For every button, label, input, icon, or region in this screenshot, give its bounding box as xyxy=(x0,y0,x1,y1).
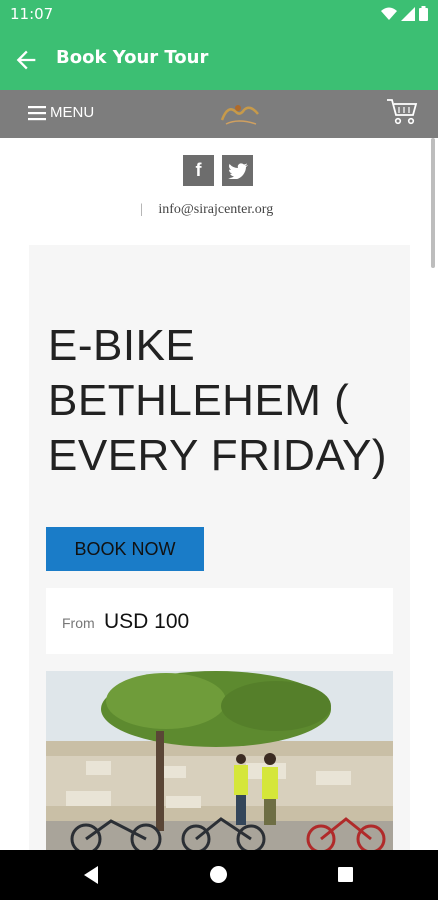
status-bar: 11:07 xyxy=(0,0,438,28)
contact-row: | info@sirajcenter.org xyxy=(140,202,273,218)
site-logo[interactable] xyxy=(218,100,262,128)
nav-home-icon[interactable] xyxy=(210,866,227,883)
price-from-label: From xyxy=(62,615,95,631)
facebook-icon[interactable]: f xyxy=(183,155,214,186)
nav-recents-icon[interactable] xyxy=(338,867,353,882)
hamburger-icon xyxy=(28,105,46,120)
scrollbar[interactable] xyxy=(431,138,435,268)
contact-email[interactable]: info@sirajcenter.org xyxy=(158,202,273,217)
menu-button[interactable]: MENU xyxy=(28,104,94,121)
cart-icon[interactable] xyxy=(386,96,418,126)
signal-icon xyxy=(401,6,415,21)
back-arrow-icon[interactable] xyxy=(12,46,40,74)
status-icons xyxy=(381,6,428,21)
separator: | xyxy=(140,202,143,217)
social-links: f xyxy=(183,155,253,186)
tour-photo[interactable] xyxy=(46,671,393,851)
app-bar-title: Book Your Tour xyxy=(56,47,209,68)
twitter-icon[interactable] xyxy=(222,155,253,186)
price-box: From USD 100 xyxy=(46,588,393,654)
site-menu-bar: MENU xyxy=(0,90,438,138)
system-nav-bar xyxy=(0,850,438,900)
battery-icon xyxy=(419,6,428,21)
nav-back-icon[interactable] xyxy=(82,865,100,885)
wifi-icon xyxy=(381,7,397,20)
app-bar: Book Your Tour xyxy=(0,28,438,90)
status-time: 11:07 xyxy=(10,5,54,23)
menu-label: MENU xyxy=(50,104,95,121)
tour-title: E-BIKE BETHLEHEM ( EVERY FRIDAY) xyxy=(48,321,388,480)
book-now-button[interactable]: BOOK NOW xyxy=(46,527,204,571)
price-value: USD 100 xyxy=(104,610,190,633)
